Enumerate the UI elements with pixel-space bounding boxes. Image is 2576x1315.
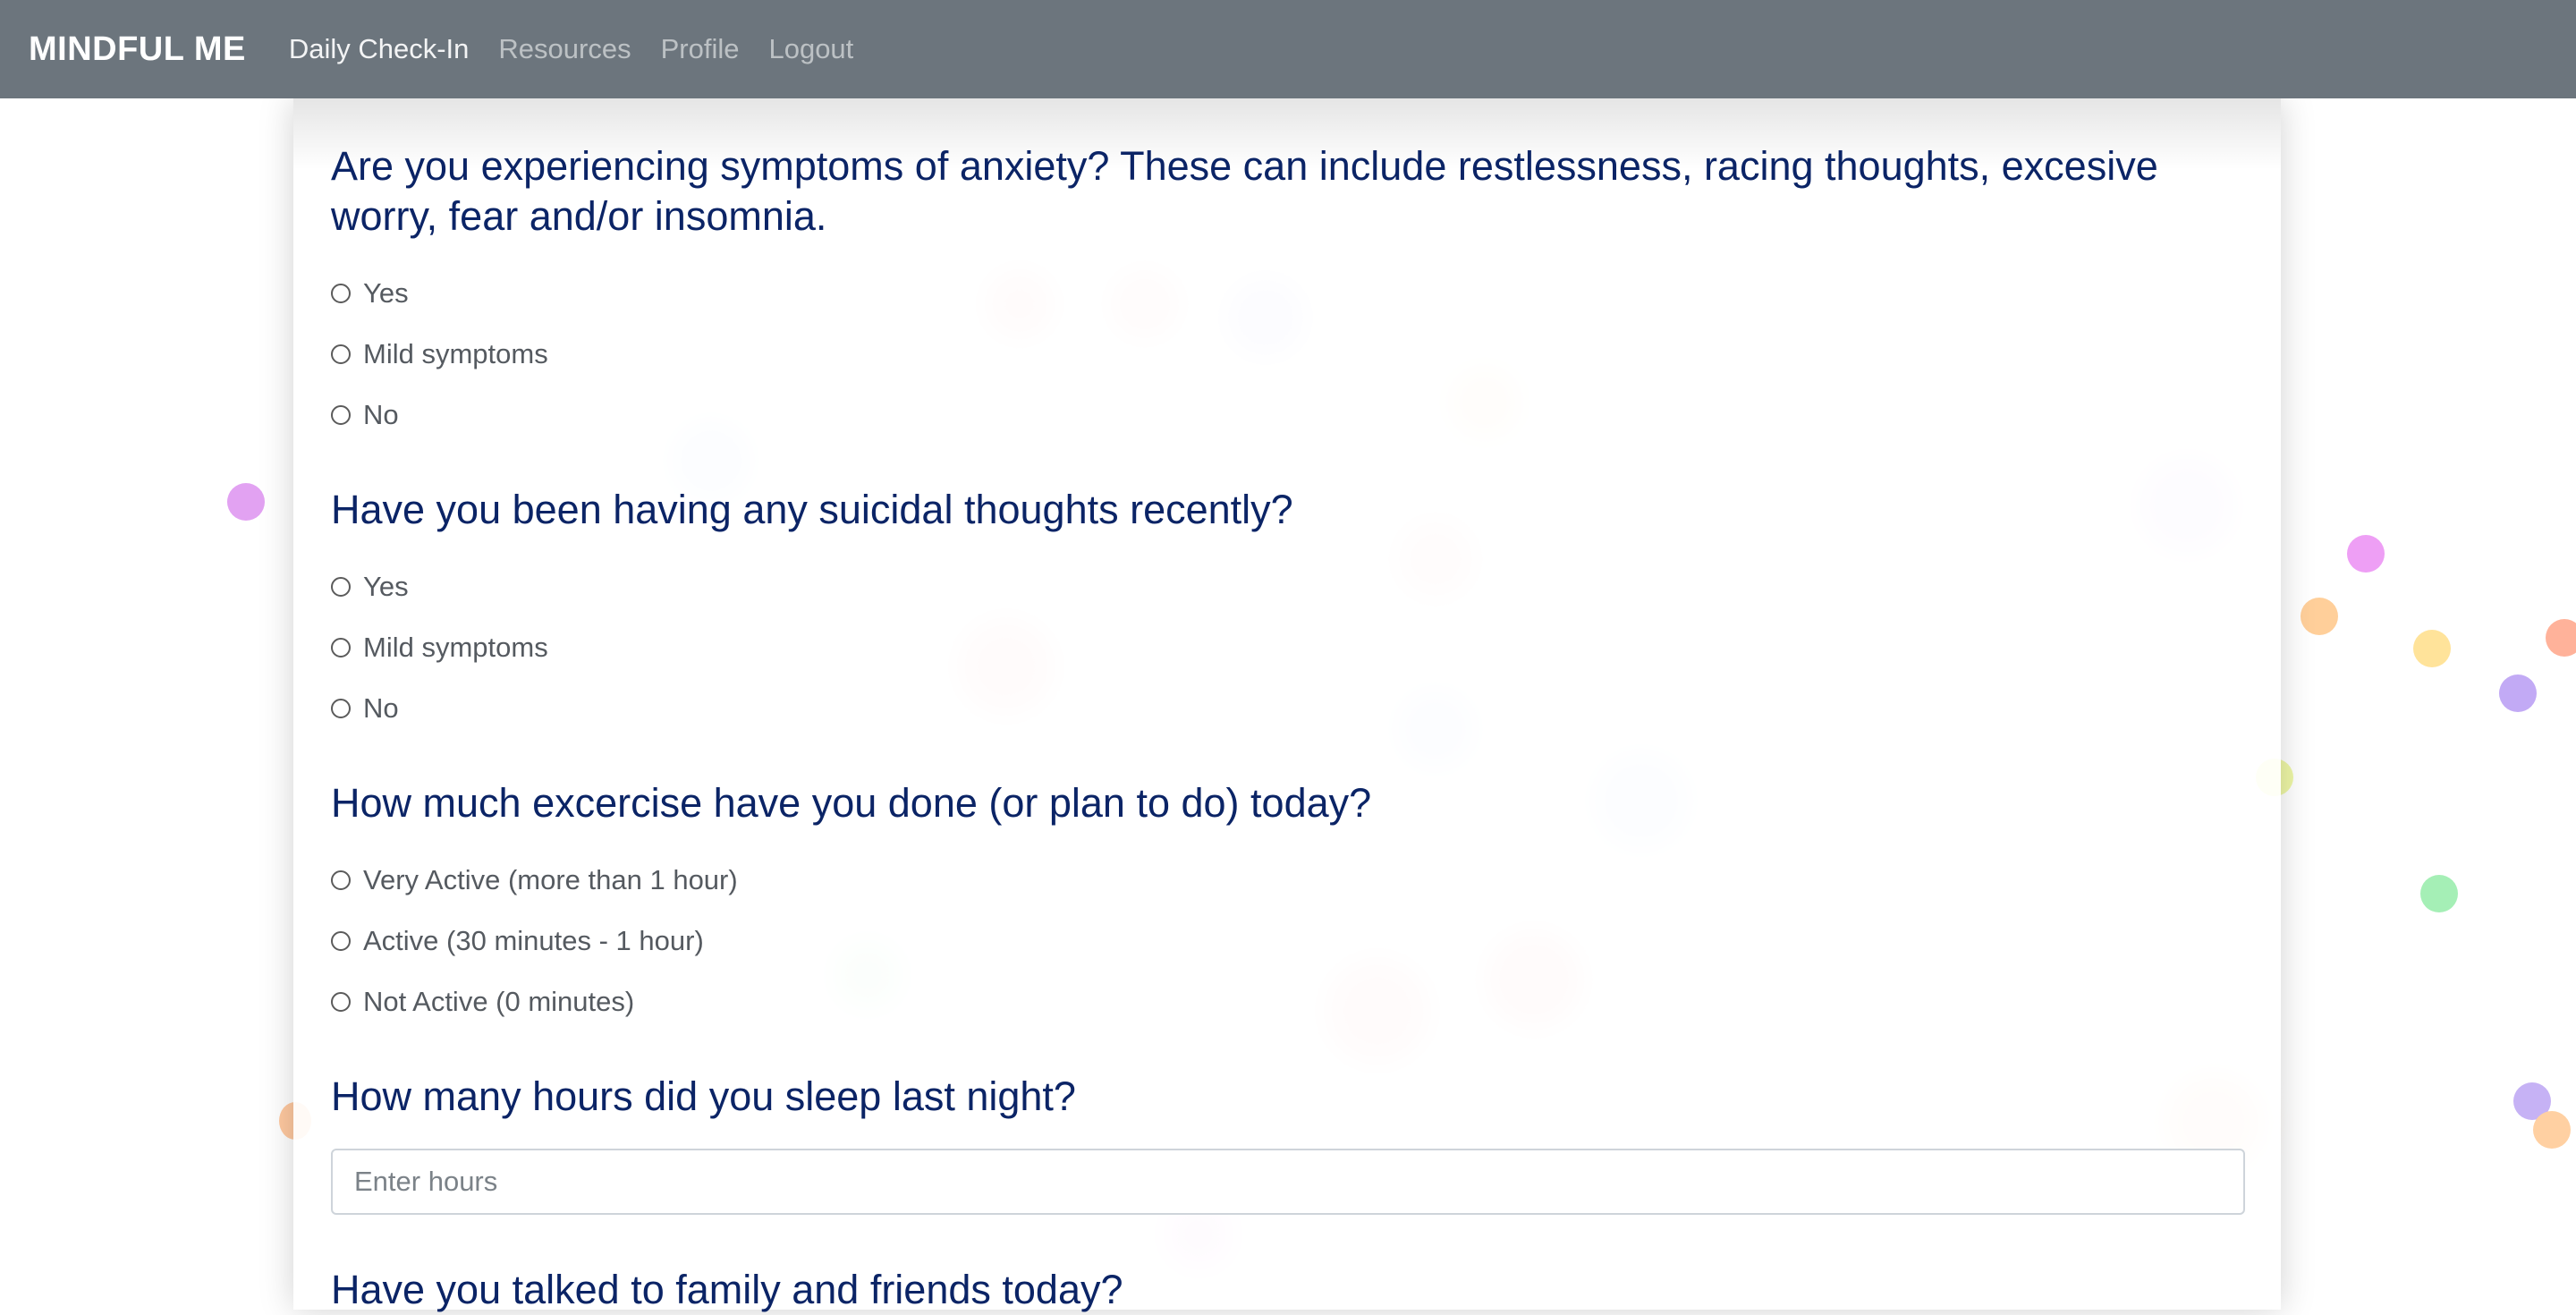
option-label: No — [363, 399, 399, 430]
question-group-sleep: How many hours did you sleep last night? — [331, 1072, 2245, 1215]
option-anxiety-mild[interactable]: Mild symptoms — [331, 324, 2245, 385]
radio-button[interactable] — [331, 577, 351, 597]
question-social: Have you talked to family and friends to… — [331, 1267, 1123, 1312]
option-label: Very Active (more than 1 hour) — [363, 864, 738, 895]
option-label: Mild symptoms — [363, 338, 548, 369]
radio-button[interactable] — [331, 405, 351, 425]
nav-link-daily-check-in[interactable]: Daily Check-In — [289, 33, 470, 65]
question-group-anxiety: Are you experiencing symptoms of anxiety… — [331, 141, 2245, 445]
question-sleep: How many hours did you sleep last night? — [331, 1073, 1076, 1119]
option-label: Not Active (0 minutes) — [363, 986, 635, 1017]
radio-button[interactable] — [331, 870, 351, 890]
confetti-dot — [2546, 619, 2576, 657]
radio-button[interactable] — [331, 638, 351, 658]
option-label: Yes — [363, 571, 409, 602]
nav-link-resources[interactable]: Resources — [498, 33, 631, 65]
question-group-suicidal-thoughts: Have you been having any suicidal though… — [331, 485, 2245, 739]
confetti-dot — [2499, 674, 2537, 712]
confetti-dot — [2420, 875, 2458, 912]
option-label: Mild symptoms — [363, 632, 548, 663]
question-anxiety: Are you experiencing symptoms of anxiety… — [331, 143, 2158, 239]
option-exercise-not-active[interactable]: Not Active (0 minutes) — [331, 971, 2245, 1032]
sleep-hours-input[interactable] — [331, 1149, 2245, 1215]
option-label: Yes — [363, 277, 409, 309]
navbar: MINDFUL ME Daily Check-In Resources Prof… — [0, 0, 2576, 98]
confetti-dot — [2413, 630, 2451, 667]
confetti-dot — [2301, 598, 2338, 635]
question-suicidal-thoughts: Have you been having any suicidal though… — [331, 487, 1293, 532]
option-suicidal-yes[interactable]: Yes — [331, 556, 2245, 617]
option-exercise-active[interactable]: Active (30 minutes - 1 hour) — [331, 911, 2245, 971]
option-label: Active (30 minutes - 1 hour) — [363, 925, 704, 956]
option-exercise-very-active[interactable]: Very Active (more than 1 hour) — [331, 850, 2245, 911]
radio-button[interactable] — [331, 344, 351, 364]
option-label: No — [363, 692, 399, 724]
radio-button[interactable] — [331, 699, 351, 718]
option-suicidal-mild[interactable]: Mild symptoms — [331, 617, 2245, 678]
option-anxiety-yes[interactable]: Yes — [331, 263, 2245, 324]
brand-logo[interactable]: MINDFUL ME — [29, 30, 246, 69]
question-group-social: Have you talked to family and friends to… — [331, 1265, 2245, 1315]
confetti-dot — [2347, 535, 2385, 573]
confetti-dot — [227, 483, 265, 521]
question-exercise: How much excercise have you done (or pla… — [331, 780, 1372, 826]
nav-link-profile[interactable]: Profile — [661, 33, 740, 65]
option-anxiety-no[interactable]: No — [331, 385, 2245, 445]
nav-link-logout[interactable]: Logout — [768, 33, 853, 65]
question-group-exercise: How much excercise have you done (or pla… — [331, 778, 2245, 1032]
radio-button[interactable] — [331, 931, 351, 951]
radio-button[interactable] — [331, 992, 351, 1012]
option-suicidal-no[interactable]: No — [331, 678, 2245, 739]
confetti-dot — [2533, 1111, 2571, 1149]
radio-button[interactable] — [331, 284, 351, 303]
check-in-form-card: Are you experiencing symptoms of anxiety… — [293, 98, 2281, 1312]
